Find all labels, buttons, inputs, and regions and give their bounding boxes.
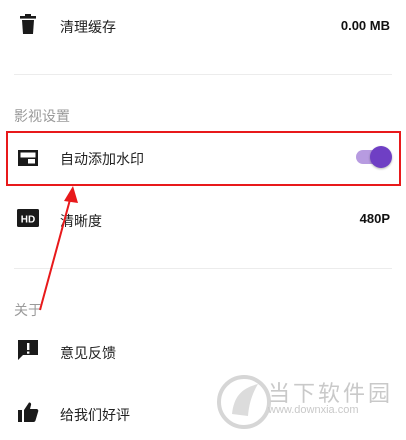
clarity-value: 480P	[359, 211, 390, 226]
clear-cache-label: 清理缓存	[60, 19, 116, 35]
site-watermark-url: www.downxia.com	[268, 404, 359, 416]
highlight-box	[6, 131, 401, 186]
feedback-row[interactable]: 意见反馈	[0, 332, 406, 368]
clarity-label: 清晰度	[60, 213, 102, 229]
feedback-icon	[16, 338, 40, 362]
feedback-label: 意见反馈	[60, 345, 116, 361]
about-heading: 关于	[14, 302, 42, 318]
divider	[14, 268, 392, 269]
thumbs-up-icon	[16, 400, 40, 424]
divider	[14, 74, 392, 75]
svg-text:HD: HD	[21, 215, 35, 226]
rate-us-label: 给我们好评	[60, 407, 130, 423]
clear-cache-row[interactable]: 清理缓存 0.00 MB	[0, 6, 406, 42]
cache-size-value: 0.00 MB	[340, 18, 390, 33]
hd-icon: HD	[16, 206, 40, 230]
video-settings-heading: 影视设置	[14, 108, 70, 124]
trash-icon	[16, 12, 40, 36]
clarity-row[interactable]: HD 清晰度 480P	[0, 200, 406, 236]
